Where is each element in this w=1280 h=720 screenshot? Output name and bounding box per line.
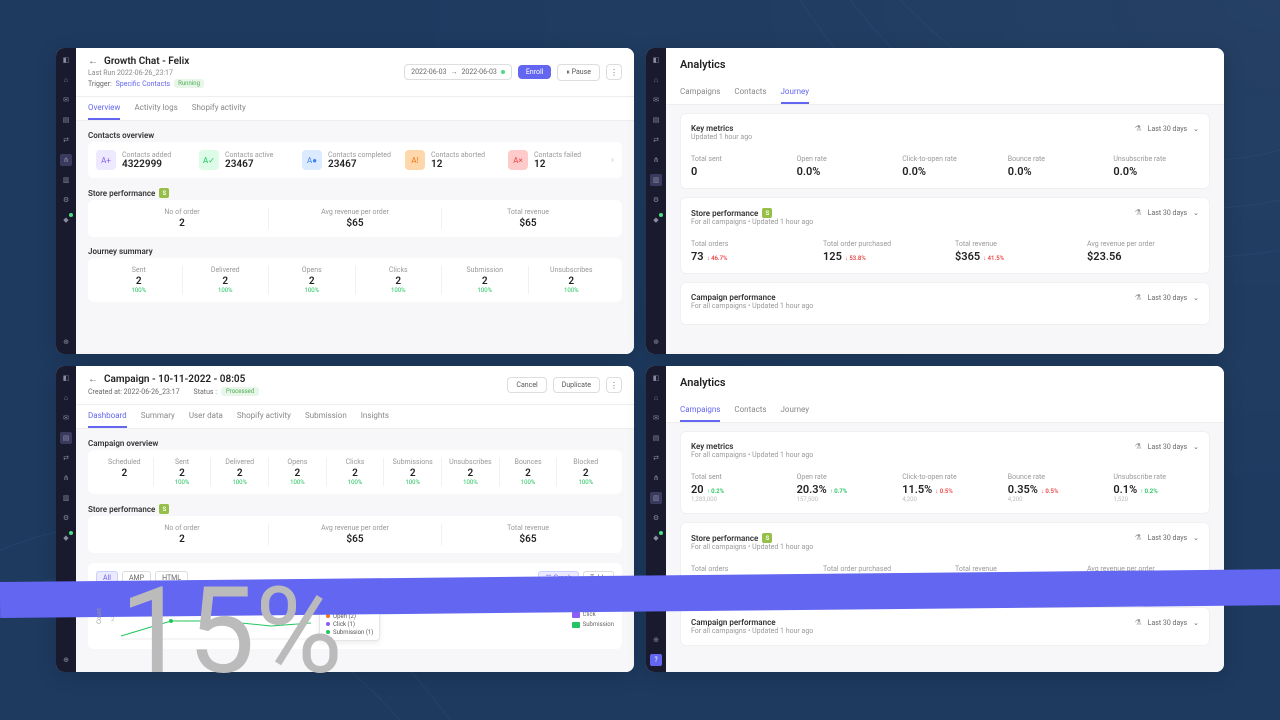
nav-bell-icon[interactable]: ◆: [60, 532, 72, 544]
y-axis-label: Count: [96, 608, 103, 624]
panel-analytics-journey: ◧ ⌂ ✉ ▤ ⇄ ⋔ ▥ ⚙ ◆ ⊕ Analytics Campaigns …: [646, 48, 1224, 354]
sparkline-chart: 15%: [666, 48, 1224, 354]
nav-bell-icon[interactable]: ◆: [650, 532, 662, 544]
